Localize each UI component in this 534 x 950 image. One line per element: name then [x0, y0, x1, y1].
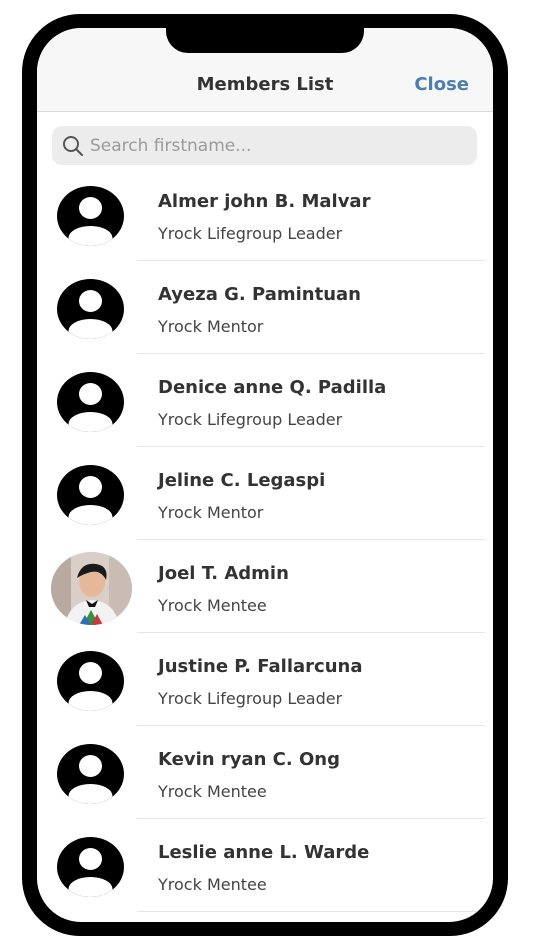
search-bar[interactable]: [52, 126, 477, 165]
profile-photo: [51, 552, 132, 625]
member-row[interactable]: Ayeza G. Pamintuan Yrock Mentor: [37, 261, 493, 354]
default-avatar-icon: [57, 465, 124, 525]
member-row[interactable]: Kevin ryan C. Ong Yrock Mentee: [37, 726, 493, 819]
default-avatar-icon: [57, 837, 124, 897]
member-row[interactable]: Leslie anne L. Warde Yrock Mentee: [37, 819, 493, 912]
member-name: Almer john B. Malvar: [158, 191, 371, 212]
member-role: Yrock Mentor: [158, 317, 264, 336]
member-list: Almer john B. Malvar Yrock Lifegroup Lead…: [37, 168, 493, 922]
member-name: Jeline C. Legaspi: [158, 470, 326, 491]
member-role: Yrock Lifegroup Leader: [158, 224, 343, 243]
search-icon: [63, 136, 83, 156]
member-name: Leslie anne L. Warde: [158, 842, 370, 863]
search-input[interactable]: [90, 126, 468, 165]
default-avatar-icon: [57, 651, 124, 711]
phone-frame: Members List Close Almer john B. Malvar Y…: [22, 14, 508, 936]
member-role: Yrock Mentee: [158, 596, 267, 615]
member-name: Denice anne Q. Padilla: [158, 377, 387, 398]
member-row[interactable]: Joel T. Admin Yrock Mentee: [37, 540, 493, 633]
member-role: Yrock Mentor: [158, 503, 264, 522]
member-name: Justine P. Fallarcuna: [158, 656, 363, 677]
member-name: Joel T. Admin: [158, 563, 289, 584]
close-button[interactable]: Close: [414, 74, 469, 95]
member-role: Yrock Lifegroup Leader: [158, 689, 343, 708]
default-avatar-icon: [57, 744, 124, 804]
nav-header: Members List Close: [37, 56, 493, 112]
default-avatar-icon: [57, 372, 124, 432]
member-name: Kevin ryan C. Ong: [158, 749, 340, 770]
member-row[interactable]: Jeline C. Legaspi Yrock Mentor: [37, 447, 493, 540]
member-role: Yrock Mentee: [158, 875, 267, 894]
row-divider: [137, 911, 485, 912]
member-row[interactable]: Denice anne Q. Padilla Yrock Lifegroup Le…: [37, 354, 493, 447]
member-row[interactable]: Almer john B. Malvar Yrock Lifegroup Lead…: [37, 168, 493, 261]
default-avatar-icon: [57, 279, 124, 339]
member-role: Yrock Mentee: [158, 782, 267, 801]
member-name: Ayeza G. Pamintuan: [158, 284, 361, 305]
member-row[interactable]: Justine P. Fallarcuna Yrock Lifegroup Lea…: [37, 633, 493, 726]
default-avatar-icon: [57, 186, 124, 246]
device-notch: [166, 28, 364, 53]
member-role: Yrock Lifegroup Leader: [158, 410, 343, 429]
app-screen: Members List Close Almer john B. Malvar Y…: [37, 28, 493, 922]
